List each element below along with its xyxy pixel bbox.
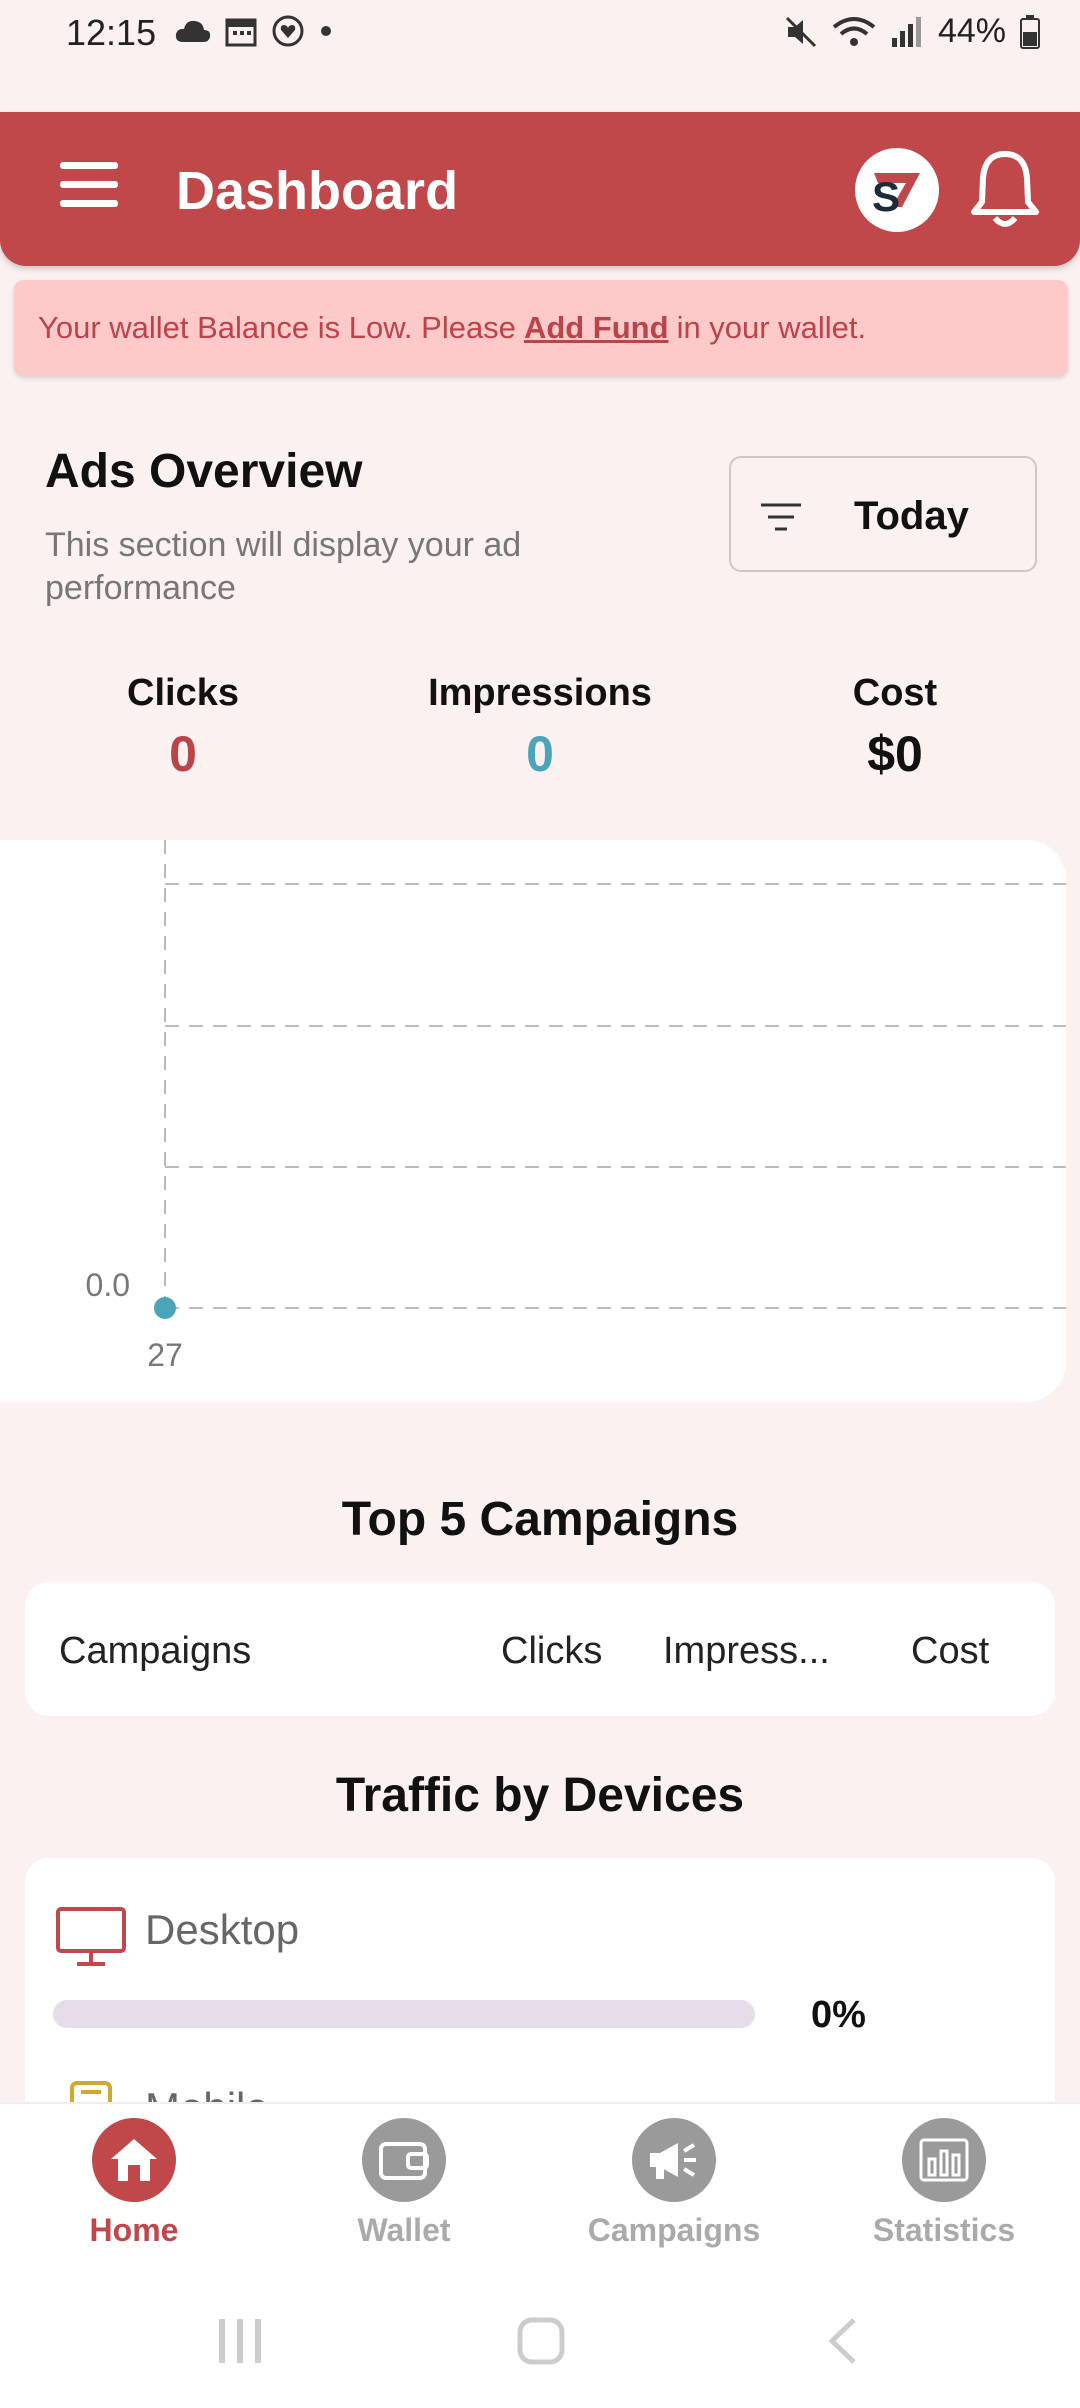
status-time: 12:15 xyxy=(66,12,157,53)
recent-apps-icon[interactable] xyxy=(216,2316,264,2366)
mute-icon xyxy=(785,16,816,47)
chart-y-tick-label: 0.0 xyxy=(86,1267,130,1303)
low-balance-alert: Your wallet Balance is Low. Please Add F… xyxy=(14,280,1068,376)
wifi-icon xyxy=(832,16,876,46)
wallet-icon xyxy=(379,2142,429,2180)
nav-label: Wallet xyxy=(357,2212,451,2248)
metric-label: Impressions xyxy=(428,672,652,714)
metric-value: $0 xyxy=(867,726,923,782)
metric-label: Cost xyxy=(852,672,938,714)
alert-text-suffix: in your wallet. xyxy=(676,310,867,345)
metric-value: 0 xyxy=(169,726,197,782)
nav-label: Campaigns xyxy=(587,2212,761,2248)
ads-overview-subtitle: This section will display your ad perfor… xyxy=(45,526,522,607)
column-header-campaigns[interactable]: Campaigns xyxy=(59,1630,251,1673)
nav-wallet[interactable]: Wallet xyxy=(284,2118,524,2249)
device-label-desktop: Desktop xyxy=(145,1906,300,1953)
chart-data-point xyxy=(154,1297,176,1319)
campaigns-table: Campaigns Clicks Impress... Cost xyxy=(25,1582,1055,1716)
desktop-percent: 0% xyxy=(811,1994,866,2036)
battery-percent: 44% xyxy=(937,12,1006,50)
column-header-cost[interactable]: Cost xyxy=(911,1630,989,1673)
add-fund-link[interactable]: Add Fund xyxy=(524,310,669,346)
column-header-impressions[interactable]: Impress... xyxy=(663,1630,830,1673)
home-button-icon[interactable] xyxy=(516,2316,566,2366)
column-header-clicks[interactable]: Clicks xyxy=(501,1630,602,1673)
metric-label: Clicks xyxy=(127,672,239,714)
chart-x-tick-label: 27 xyxy=(147,1337,183,1373)
svg-text:S: S xyxy=(872,173,900,220)
top-campaigns-title: Top 5 Campaigns xyxy=(341,1493,739,1546)
filter-icon xyxy=(761,503,801,531)
metric-clicks: Clicks 0 xyxy=(33,672,333,783)
dot-icon xyxy=(321,26,331,36)
nav-statistics[interactable]: Statistics xyxy=(824,2118,1064,2249)
metric-cost: Cost $0 xyxy=(745,672,1045,783)
performance-chart: 0.0 27 xyxy=(0,840,1066,1402)
page-title: Dashboard xyxy=(176,161,459,221)
alert-text-prefix: Your wallet Balance is Low. Please xyxy=(38,310,516,345)
metric-impressions: Impressions 0 xyxy=(390,672,690,783)
nav-label: Home xyxy=(89,2212,179,2248)
bar-chart-icon xyxy=(919,2138,969,2182)
calendar-icon xyxy=(225,18,257,47)
back-icon[interactable] xyxy=(826,2316,860,2366)
desktop-icon xyxy=(56,1907,126,1966)
sync-heart-icon xyxy=(272,15,304,47)
status-bar: 12:15 44% xyxy=(0,0,1080,70)
menu-button[interactable] xyxy=(60,162,118,212)
system-navigation-bar xyxy=(0,2302,1080,2382)
metric-value: 0 xyxy=(526,726,554,782)
signal-icon xyxy=(891,16,921,47)
ads-overview-title: Ads Overview xyxy=(45,445,363,498)
profile-avatar[interactable]: S xyxy=(855,148,939,232)
date-filter-button[interactable]: Today xyxy=(729,456,1037,572)
megaphone-icon xyxy=(650,2143,696,2179)
bottom-navigation: Home Wallet Campaigns Statistics xyxy=(0,2102,1080,2408)
traffic-devices-title: Traffic by Devices xyxy=(335,1769,745,1822)
app-screen: 12:15 44% Dashboard S Your wallet Balanc… xyxy=(0,0,1080,2408)
home-icon xyxy=(111,2139,157,2181)
nav-label: Statistics xyxy=(872,2212,1016,2248)
nav-home[interactable]: Home xyxy=(14,2118,254,2249)
chart-svg: 0.0 27 xyxy=(86,840,1066,1373)
app-header: Dashboard S xyxy=(0,112,1080,266)
nav-campaigns[interactable]: Campaigns xyxy=(554,2118,794,2249)
notifications-button[interactable] xyxy=(968,148,1042,232)
desktop-progress-bar xyxy=(53,2000,755,2028)
cloud-icon xyxy=(175,20,211,42)
bell-icon xyxy=(971,151,1039,227)
battery-icon xyxy=(1020,14,1040,49)
date-filter-label: Today xyxy=(854,494,969,538)
brand-logo-icon: S xyxy=(872,173,920,220)
